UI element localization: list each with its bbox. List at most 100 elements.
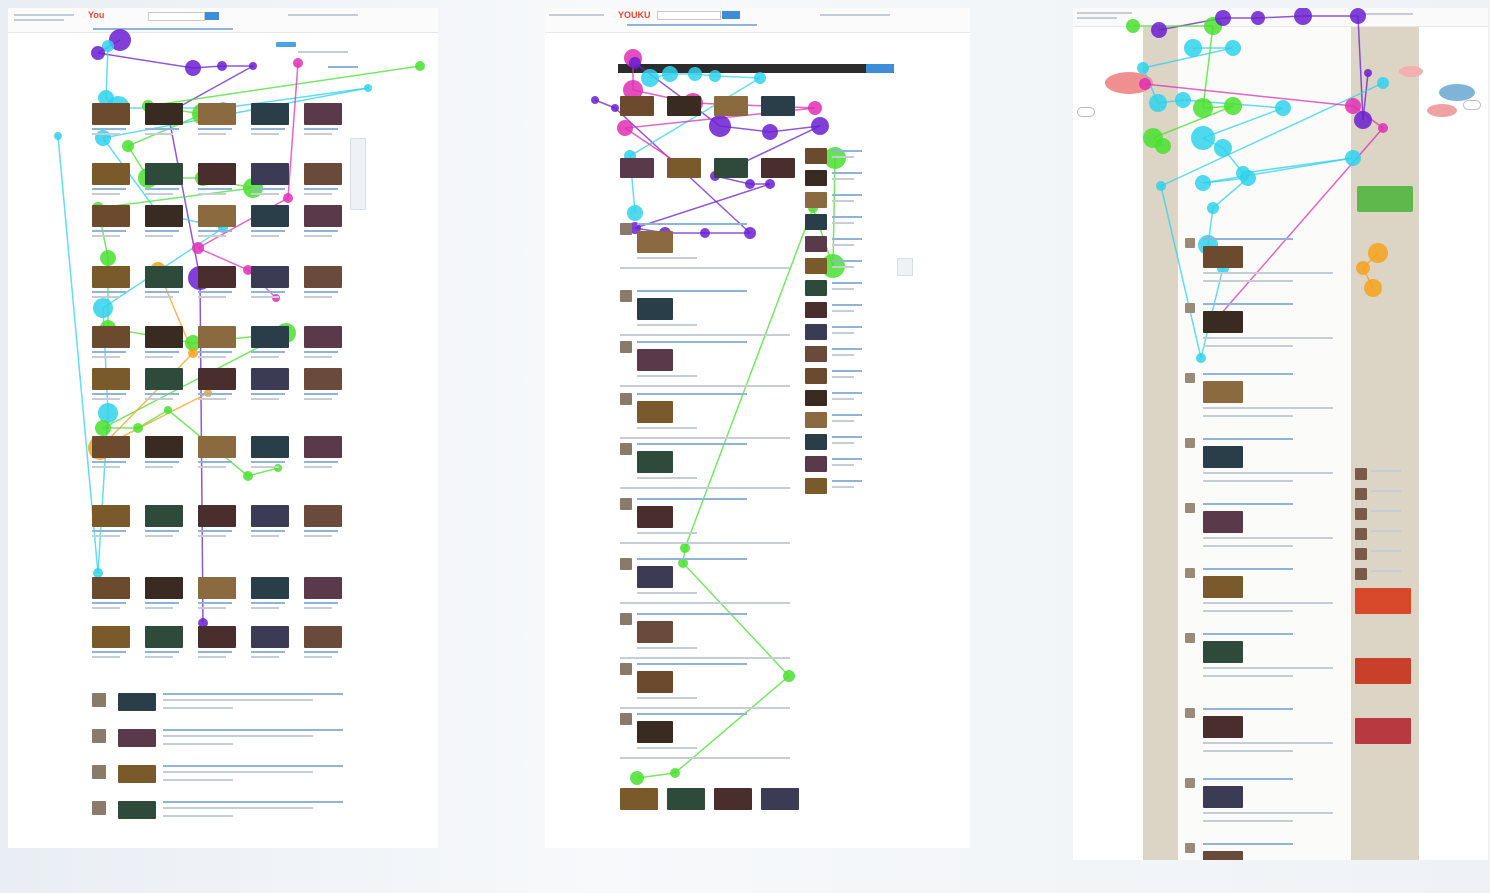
video-thumbnail[interactable] — [251, 436, 289, 458]
video-title[interactable] — [251, 393, 285, 395]
video-thumbnail[interactable] — [198, 103, 236, 125]
video-title[interactable] — [251, 530, 285, 532]
video-title[interactable] — [198, 230, 232, 232]
video-thumbnail[interactable] — [145, 326, 183, 348]
video-title[interactable] — [251, 188, 285, 190]
video-thumbnail[interactable] — [251, 577, 289, 599]
video-title[interactable] — [198, 393, 232, 395]
feed-thumbnail[interactable] — [1203, 446, 1243, 468]
video-thumbnail[interactable] — [714, 788, 752, 810]
video-thumbnail[interactable] — [198, 266, 236, 288]
video-thumbnail[interactable] — [92, 577, 130, 599]
video-title[interactable] — [198, 188, 232, 190]
feed-thumbnail[interactable] — [1203, 786, 1243, 808]
related-title[interactable] — [832, 392, 862, 394]
video-thumbnail[interactable] — [198, 368, 236, 390]
video-title[interactable] — [304, 461, 338, 463]
video-thumbnail[interactable] — [251, 266, 289, 288]
video-thumbnail[interactable] — [92, 505, 130, 527]
related-title[interactable] — [832, 260, 862, 262]
related-title[interactable] — [832, 282, 862, 284]
related-thumbnail[interactable] — [805, 280, 827, 296]
related-title[interactable] — [832, 172, 862, 174]
related-thumbnail[interactable] — [805, 302, 827, 318]
related-title[interactable] — [832, 458, 862, 460]
video-title[interactable] — [145, 530, 179, 532]
feed-author[interactable] — [1203, 503, 1293, 505]
video-thumbnail[interactable] — [304, 205, 342, 227]
video-thumbnail[interactable] — [145, 436, 183, 458]
video-thumbnail[interactable] — [714, 96, 748, 116]
video-title[interactable] — [198, 602, 232, 604]
video-title[interactable] — [251, 602, 285, 604]
feed-author[interactable] — [1203, 438, 1293, 440]
video-thumbnail[interactable] — [251, 205, 289, 227]
video-thumbnail[interactable] — [304, 577, 342, 599]
related-title[interactable] — [832, 326, 862, 328]
feed-author[interactable] — [1203, 843, 1293, 845]
video-thumbnail[interactable] — [92, 368, 130, 390]
video-thumbnail[interactable] — [145, 163, 183, 185]
related-thumbnail[interactable] — [805, 434, 827, 450]
video-thumbnail[interactable] — [92, 626, 130, 648]
video-thumbnail[interactable] — [251, 626, 289, 648]
video-title[interactable] — [304, 393, 338, 395]
video-thumbnail[interactable] — [198, 505, 236, 527]
related-title[interactable] — [832, 370, 862, 372]
video-title[interactable] — [92, 128, 126, 130]
comment-thumbnail[interactable] — [118, 801, 156, 819]
related-thumbnail[interactable] — [805, 148, 827, 164]
video-thumbnail[interactable] — [145, 505, 183, 527]
comment-thumbnail[interactable] — [118, 765, 156, 783]
video-thumbnail[interactable] — [251, 368, 289, 390]
video-title[interactable] — [92, 461, 126, 463]
comment-thumbnail[interactable] — [637, 621, 673, 643]
video-thumbnail[interactable] — [620, 96, 654, 116]
video-thumbnail[interactable] — [304, 103, 342, 125]
video-title[interactable] — [92, 602, 126, 604]
feed-author[interactable] — [1203, 708, 1293, 710]
feed-author[interactable] — [1203, 303, 1293, 305]
video-thumbnail[interactable] — [92, 103, 130, 125]
video-title[interactable] — [145, 351, 179, 353]
video-thumbnail[interactable] — [251, 103, 289, 125]
video-thumbnail[interactable] — [304, 326, 342, 348]
video-title[interactable] — [145, 188, 179, 190]
video-thumbnail[interactable] — [145, 205, 183, 227]
video-title[interactable] — [92, 291, 126, 293]
video-thumbnail[interactable] — [198, 436, 236, 458]
video-title[interactable] — [92, 393, 126, 395]
video-thumbnail[interactable] — [92, 436, 130, 458]
comment-thumbnail[interactable] — [637, 231, 673, 253]
video-thumbnail[interactable] — [198, 577, 236, 599]
feed-thumbnail[interactable] — [1203, 381, 1243, 403]
related-title[interactable] — [832, 436, 862, 438]
feed-author[interactable] — [1203, 778, 1293, 780]
video-title[interactable] — [304, 188, 338, 190]
video-thumbnail[interactable] — [92, 205, 130, 227]
video-title[interactable] — [92, 230, 126, 232]
video-title[interactable] — [92, 651, 126, 653]
video-title[interactable] — [304, 128, 338, 130]
video-title[interactable] — [304, 230, 338, 232]
video-thumbnail[interactable] — [620, 158, 654, 178]
video-thumbnail[interactable] — [667, 158, 701, 178]
video-thumbnail[interactable] — [667, 96, 701, 116]
comment-thumbnail[interactable] — [637, 566, 673, 588]
related-thumbnail[interactable] — [805, 346, 827, 362]
video-title[interactable] — [145, 393, 179, 395]
related-title[interactable] — [832, 150, 862, 152]
video-thumbnail[interactable] — [304, 505, 342, 527]
video-title[interactable] — [145, 651, 179, 653]
related-thumbnail[interactable] — [805, 368, 827, 384]
video-thumbnail[interactable] — [92, 163, 130, 185]
related-title[interactable] — [832, 480, 862, 482]
feed-thumbnail[interactable] — [1203, 511, 1243, 533]
video-thumbnail[interactable] — [198, 163, 236, 185]
video-title[interactable] — [304, 530, 338, 532]
feed-author[interactable] — [1203, 633, 1293, 635]
video-thumbnail[interactable] — [304, 436, 342, 458]
video-thumbnail[interactable] — [304, 163, 342, 185]
video-title[interactable] — [145, 128, 179, 130]
video-title[interactable] — [251, 651, 285, 653]
